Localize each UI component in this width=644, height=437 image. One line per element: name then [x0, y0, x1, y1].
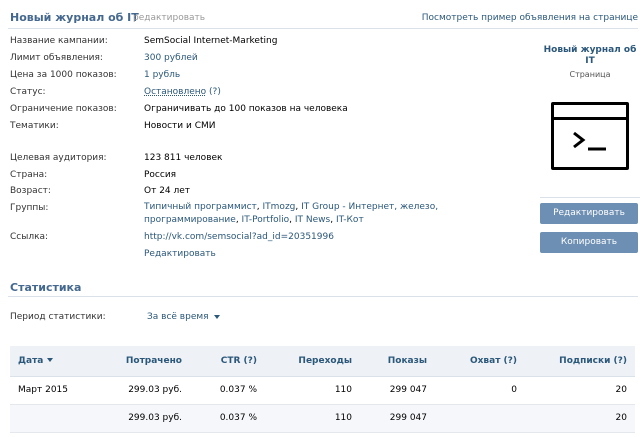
cell-subscriptions: 20	[525, 404, 635, 433]
group-link[interactable]: IT-Portfolio	[242, 215, 290, 225]
edit-ad-link[interactable]: Редактировать	[144, 249, 216, 259]
period-value: За всё время	[147, 312, 209, 322]
status-value[interactable]: Остановлено	[144, 87, 206, 97]
page-title: Новый журнал об IT	[10, 11, 139, 24]
groups-label: Группы:	[10, 203, 49, 213]
cell-ctr: 0.037 %	[190, 376, 265, 405]
preview-subtitle: Страница	[569, 70, 611, 79]
edit-button[interactable]: Редактировать	[540, 203, 638, 224]
age-value: От 24 лет	[144, 186, 191, 196]
cell-date	[10, 404, 90, 433]
chevron-down-icon	[213, 314, 220, 319]
status-label: Статус:	[10, 87, 46, 97]
cell-clicks: 110	[265, 404, 360, 433]
price-value[interactable]: 1 рубль	[144, 70, 180, 80]
status-help-link[interactable]: (?)	[209, 87, 221, 97]
topics-label: Тематики:	[10, 121, 59, 131]
stats-title: Статистика	[10, 281, 82, 294]
cell-spent: 299.03 руб.	[90, 376, 190, 405]
cell-spent: 299.03 руб.	[90, 404, 190, 433]
stats-table: Дата Потрачено CTR (?) Переходы Показы О…	[10, 346, 635, 433]
campaign-label: Название кампании:	[10, 36, 108, 46]
edit-title-link[interactable]: редактировать	[133, 13, 205, 23]
cell-reach	[435, 404, 525, 433]
cell-impressions: 299 047	[360, 404, 435, 433]
link-label: Ссылка:	[10, 232, 49, 242]
col-spent: Потрачено	[90, 346, 190, 377]
audience-value: 123 811 человек	[144, 153, 223, 163]
preview-divider	[540, 197, 640, 198]
table-total-row: 299.03 руб. 0.037 % 110 299 047 20	[10, 404, 635, 433]
groups-list: Типичный программист, ITmozg, IT Group -…	[144, 202, 439, 225]
col-date[interactable]: Дата	[10, 346, 90, 377]
group-link[interactable]: ITmozg	[263, 202, 296, 212]
topics-value: Новости и СМИ	[144, 121, 216, 131]
cell-date: Март 2015	[10, 376, 90, 405]
ad-url-link[interactable]: http://vk.com/semsocial?ad_id=20351996	[144, 232, 334, 242]
price-label: Цена за 1000 показов:	[10, 70, 117, 80]
period-dropdown[interactable]: За всё время	[147, 312, 220, 322]
col-ctr[interactable]: CTR (?)	[190, 346, 265, 377]
copy-button[interactable]: Копировать	[540, 232, 638, 253]
table-header-row: Дата Потрачено CTR (?) Переходы Показы О…	[10, 346, 635, 377]
terminal-icon[interactable]	[551, 102, 629, 170]
header-divider	[8, 28, 638, 29]
cell-impressions: 299 047	[360, 376, 435, 405]
sort-down-icon	[47, 358, 54, 363]
stats-divider	[8, 296, 638, 297]
preview-on-page-link[interactable]: Посмотреть пример объявления на странице	[422, 13, 638, 23]
col-reach[interactable]: Охват (?)	[435, 346, 525, 377]
col-impressions: Показы	[360, 346, 435, 377]
country-label: Страна:	[10, 170, 48, 180]
group-link[interactable]: IT News	[295, 215, 330, 225]
cell-reach: 0	[435, 376, 525, 405]
restriction-label: Ограничение показов:	[10, 104, 117, 114]
audience-label: Целевая аудитория:	[10, 153, 107, 163]
cell-ctr: 0.037 %	[190, 404, 265, 433]
status-value-wrap: Остановлено (?)	[144, 87, 221, 97]
col-subscriptions[interactable]: Подписки (?)	[525, 346, 635, 377]
group-link[interactable]: Типичный программист	[144, 202, 257, 212]
group-link[interactable]: IT-Кот	[336, 215, 364, 225]
age-label: Возраст:	[10, 186, 51, 196]
preview-title[interactable]: Новый журнал об IT	[540, 45, 640, 67]
cell-subscriptions: 20	[525, 376, 635, 405]
restriction-value: Ограничивать до 100 показов на человека	[144, 104, 348, 114]
col-clicks: Переходы	[265, 346, 360, 377]
campaign-value: SemSocial Internet-Marketing	[144, 36, 278, 46]
cell-clicks: 110	[265, 376, 360, 405]
limit-value[interactable]: 300 рублей	[144, 53, 198, 63]
limit-label: Лимит объявления:	[10, 53, 103, 63]
table-row: Март 2015 299.03 руб. 0.037 % 110 299 04…	[10, 376, 635, 405]
period-label: Период статистики:	[10, 312, 106, 322]
country-value: Россия	[144, 170, 177, 180]
